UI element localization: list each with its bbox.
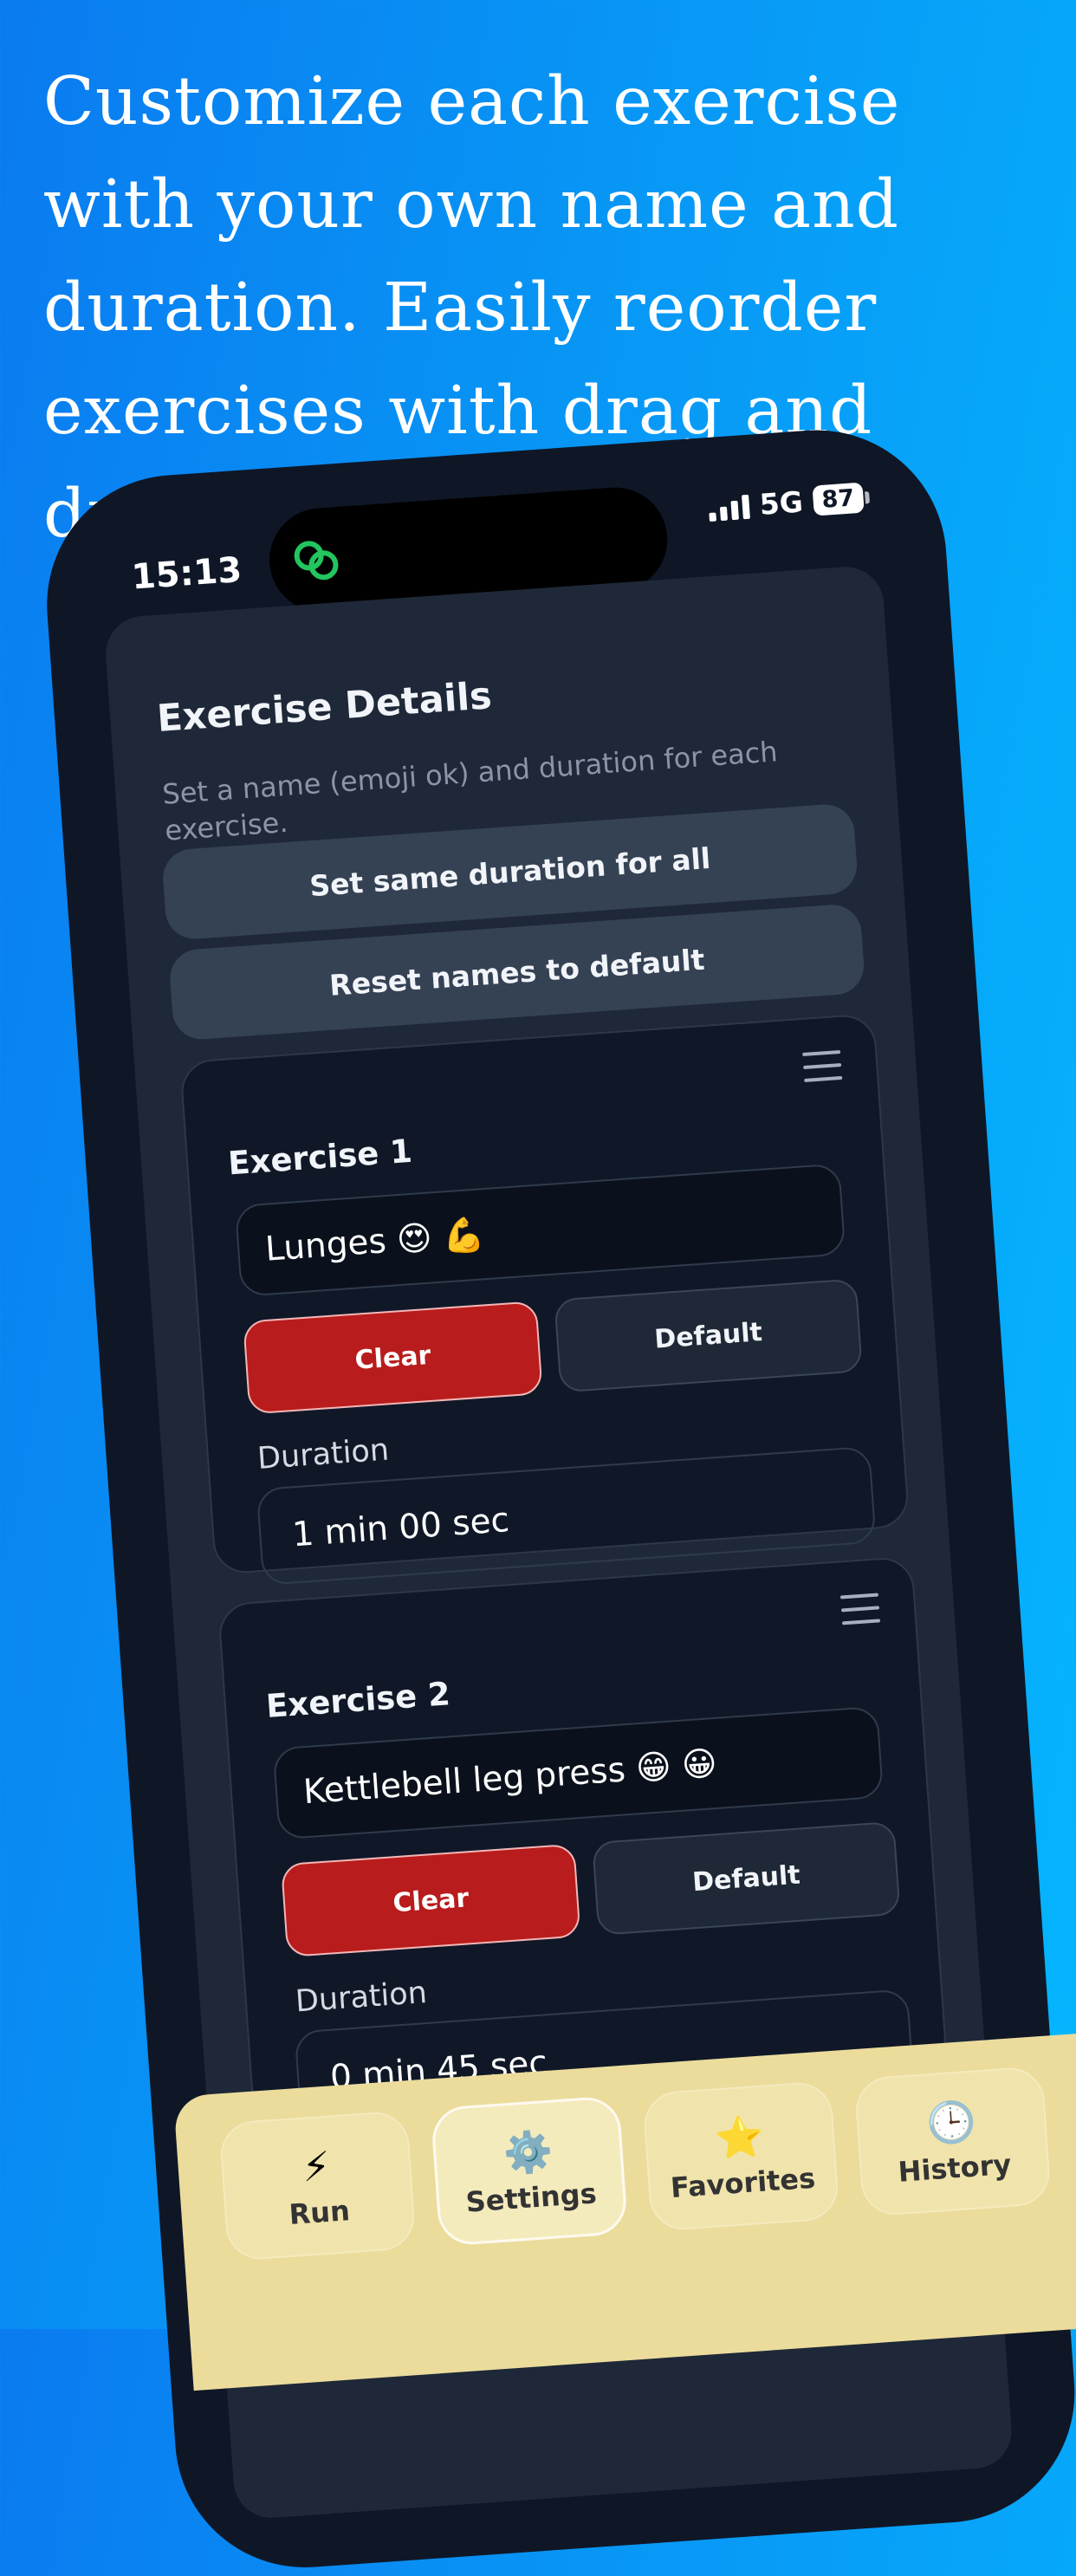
exercise-card: Exercise 1 Lunges 😍 💪 Clear Default Dura… <box>179 1013 911 1586</box>
lightning-icon: ⚡ <box>301 2142 333 2191</box>
tab-settings[interactable]: ⚙️ Settings <box>430 2095 629 2247</box>
signal-icon <box>708 492 750 522</box>
status-indicators: 5G 87 <box>708 480 871 525</box>
tab-history[interactable]: 🕒 History <box>853 2065 1053 2217</box>
exercise-title: Exercise 1 <box>226 1132 414 1183</box>
tab-favorites[interactable]: ⭐ Favorites <box>642 2080 840 2232</box>
duration-label: Duration <box>294 1975 429 2020</box>
drag-handle-icon[interactable] <box>802 1049 843 1082</box>
exercise-title: Exercise 2 <box>264 1675 452 1726</box>
tab-label: Settings <box>464 2177 598 2219</box>
exercise-card: Exercise 2 Kettlebell leg press 😁 😀 Clea… <box>217 1555 949 2129</box>
default-button[interactable]: Default <box>554 1278 863 1393</box>
link-icon <box>294 541 339 581</box>
exercise-name-input[interactable]: Kettlebell leg press 😁 😀 <box>272 1705 885 1840</box>
panel-title: Exercise Details <box>155 674 494 741</box>
clear-button[interactable]: Clear <box>280 1843 581 1958</box>
star-icon: ⭐ <box>713 2112 767 2163</box>
tab-label: Favorites <box>669 2161 817 2205</box>
tab-label: History <box>897 2147 1013 2189</box>
exercise-name-input[interactable]: Lunges 😍 💪 <box>234 1163 846 1297</box>
clear-button[interactable]: Clear <box>243 1301 543 1415</box>
battery-nub <box>864 490 870 503</box>
tab-run[interactable]: ⚡ Run <box>218 2110 417 2262</box>
clock-icon: 🕒 <box>924 2097 978 2148</box>
default-button[interactable]: Default <box>592 1820 901 1936</box>
battery-icon: 87 <box>812 482 865 516</box>
status-time: 15:13 <box>130 549 243 598</box>
drag-handle-icon[interactable] <box>839 1593 881 1625</box>
tab-label: Run <box>288 2194 352 2231</box>
duration-label: Duration <box>256 1432 391 1477</box>
gear-icon: ⚙️ <box>501 2126 554 2177</box>
network-type: 5G <box>758 484 805 522</box>
